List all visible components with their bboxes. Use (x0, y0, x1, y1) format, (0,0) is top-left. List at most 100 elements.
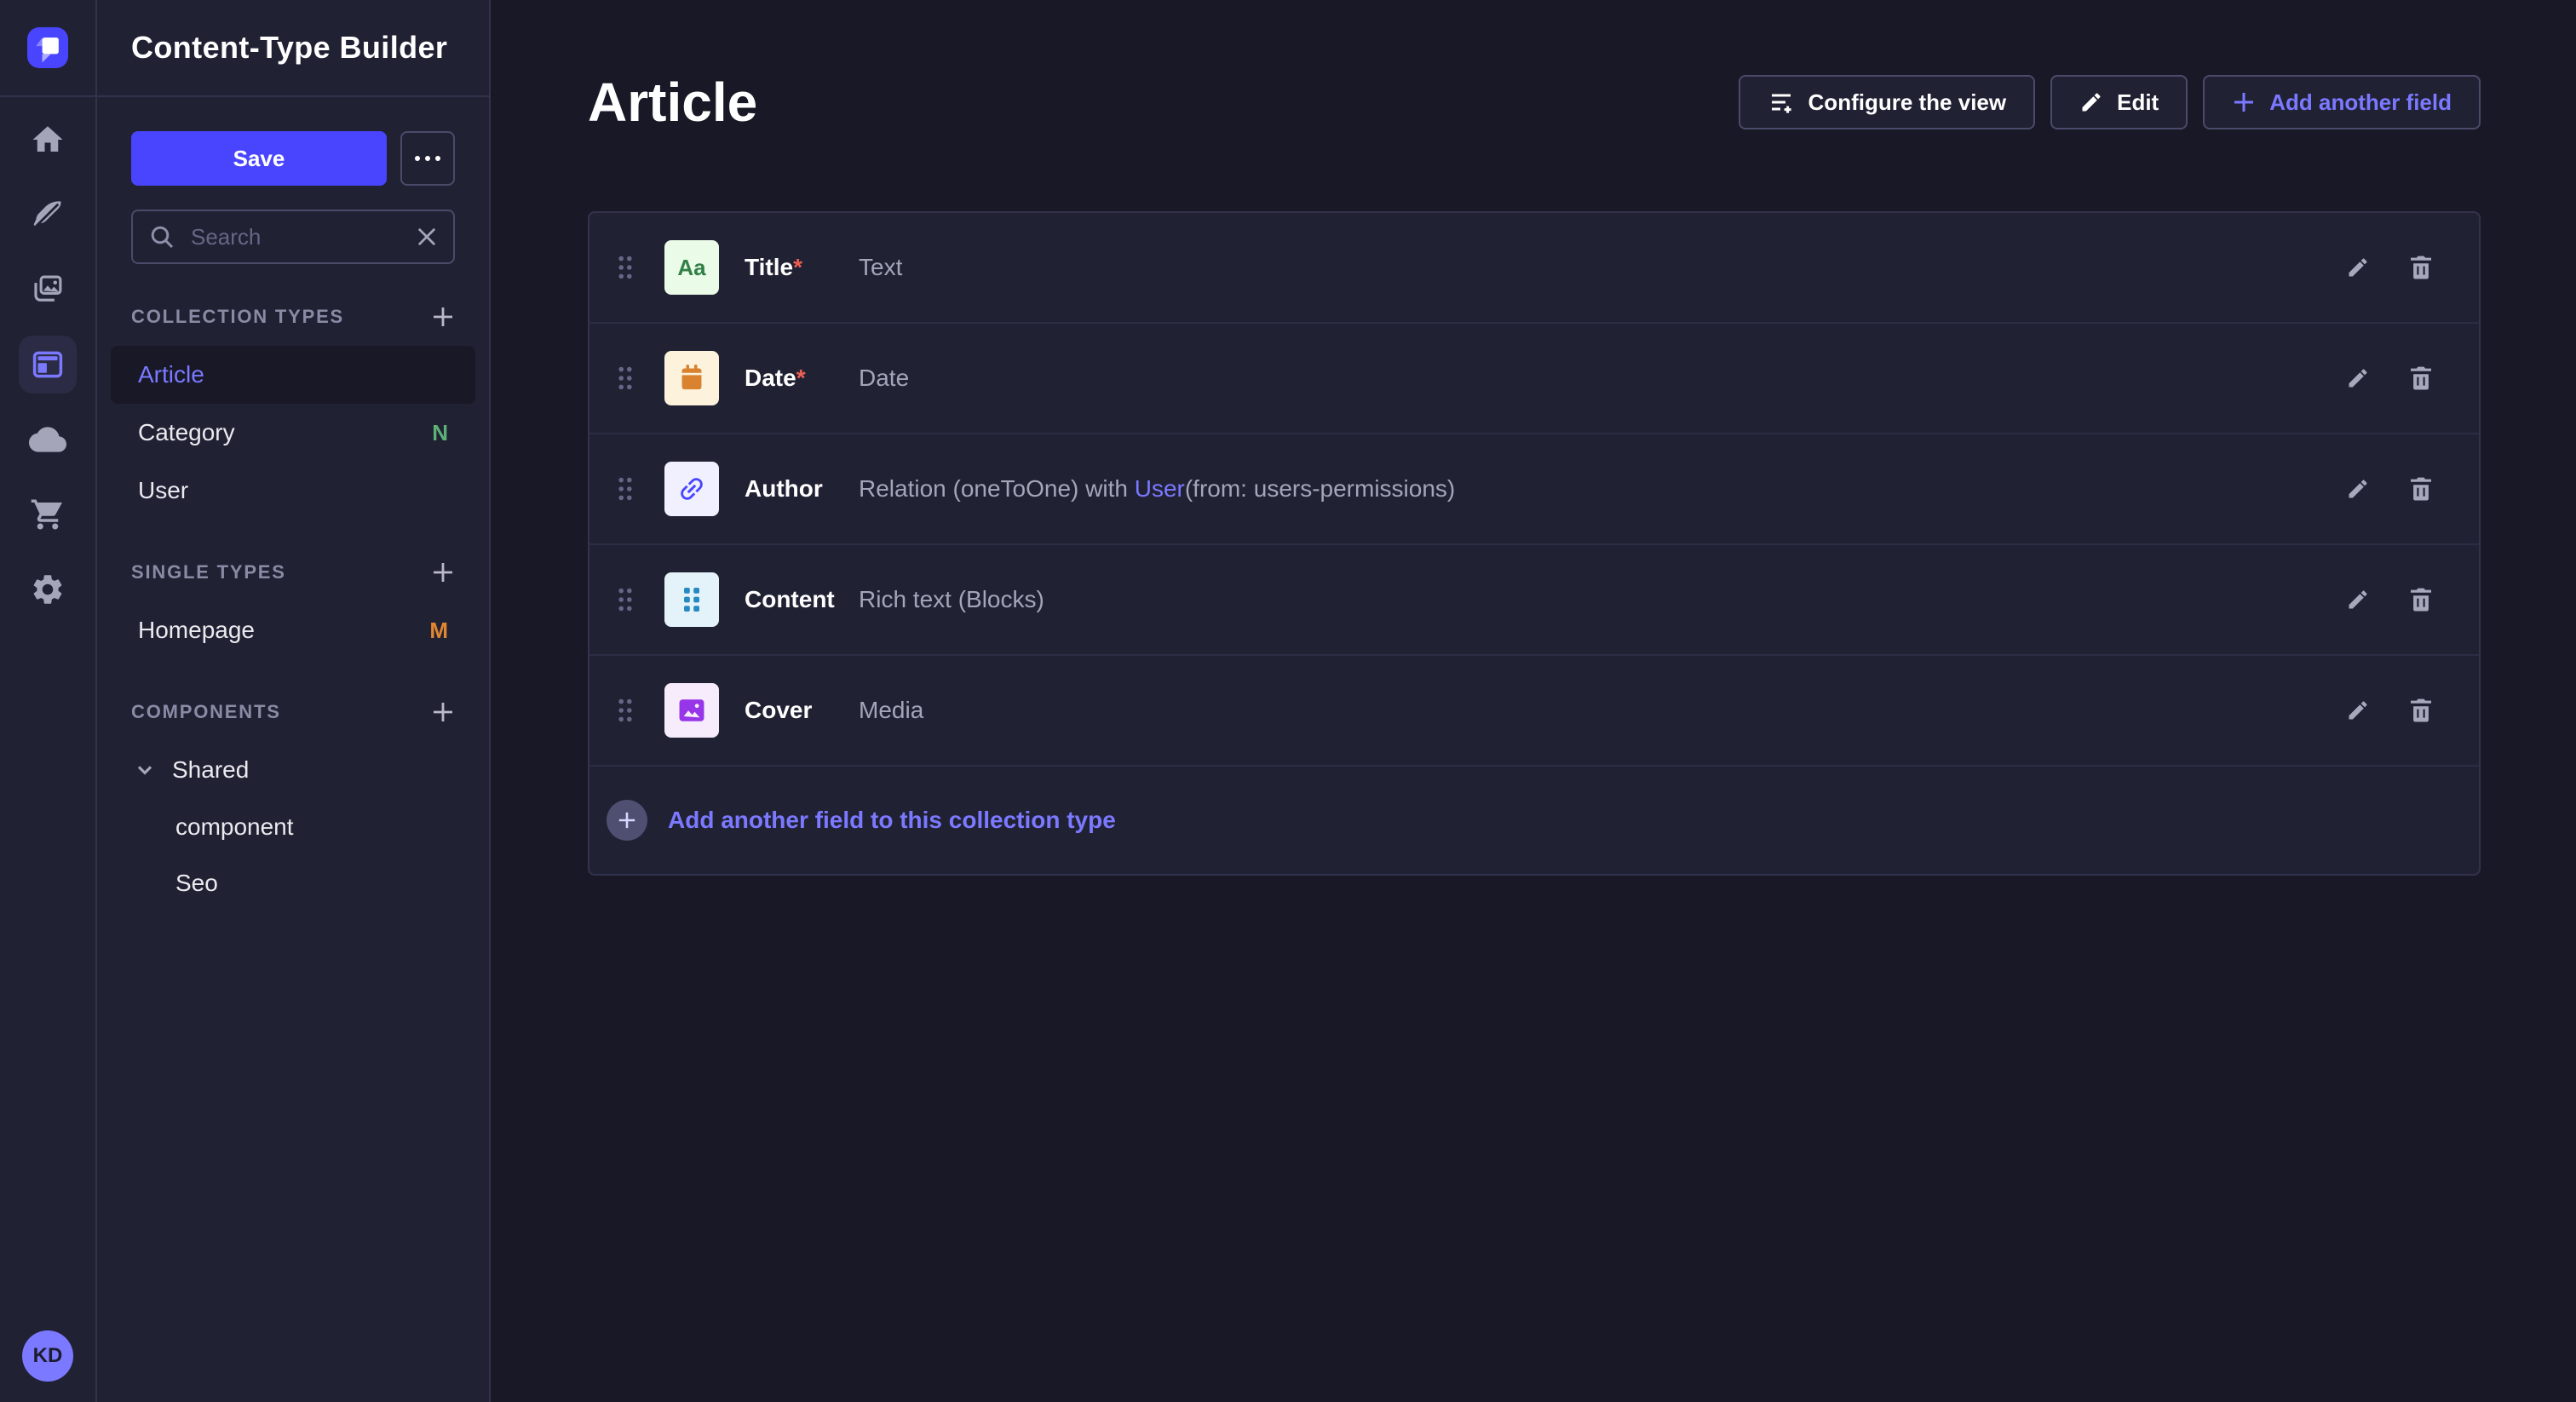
content-manager-feather-icon[interactable] (19, 186, 77, 244)
row-actions (2346, 698, 2433, 723)
field-type: Rich text (Blocks) (859, 586, 1044, 613)
edit-button[interactable]: Edit (2050, 75, 2188, 129)
settings-gear-icon[interactable] (19, 560, 77, 618)
row-actions (2346, 476, 2433, 502)
edit-field-icon[interactable] (2346, 477, 2370, 501)
field-row-content: Content Rich text (Blocks) (589, 545, 2479, 656)
single-types-header: SINGLE TYPES (131, 560, 455, 584)
delete-field-icon[interactable] (2409, 365, 2433, 391)
add-collection-type-button[interactable] (431, 305, 455, 329)
save-row: Save (131, 131, 455, 186)
edit-field-icon[interactable] (2346, 256, 2370, 279)
collection-types-list: Article Category N User (111, 346, 475, 520)
sidebar-item-user[interactable]: User (111, 462, 475, 520)
field-name: Author (745, 475, 859, 503)
relation-target-link[interactable]: User (1135, 475, 1185, 502)
add-another-field-button[interactable]: Add another field (2203, 75, 2481, 129)
relation-field-icon (664, 462, 719, 516)
components-header: COMPONENTS (131, 700, 455, 724)
cloud-icon[interactable] (19, 411, 77, 468)
field-name: Content (745, 586, 859, 613)
status-badge-new: N (432, 420, 448, 446)
drag-handle-icon[interactable] (617, 475, 634, 503)
configure-view-button[interactable]: Configure the view (1739, 75, 2036, 129)
component-item-seo[interactable]: Seo (111, 855, 475, 911)
home-icon[interactable] (19, 111, 77, 169)
drag-handle-icon[interactable] (617, 586, 634, 613)
pencil-icon (2079, 90, 2103, 114)
more-options-button[interactable] (400, 131, 455, 186)
field-type: Relation (oneToOne) with User(from: user… (859, 475, 1455, 503)
delete-field-icon[interactable] (2409, 476, 2433, 502)
field-type: Date (859, 365, 909, 392)
search-icon (150, 225, 174, 249)
strapi-logo[interactable] (27, 27, 68, 68)
delete-field-icon[interactable] (2409, 698, 2433, 723)
row-actions (2346, 587, 2433, 612)
page-title: Article (588, 71, 757, 134)
field-row-date: Date* Date (589, 324, 2479, 434)
rail-nav-items (19, 97, 77, 1330)
text-field-icon: Aa (664, 240, 719, 295)
fields-table: Aa Title* Text Date* Date (588, 211, 2481, 876)
required-asterisk: * (796, 365, 806, 391)
search-input[interactable] (187, 222, 404, 252)
add-component-button[interactable] (431, 700, 455, 724)
marketplace-cart-icon[interactable] (19, 486, 77, 543)
content-type-builder-sidebar: Content-Type Builder Save COLLECT (97, 0, 491, 1402)
clear-search-icon[interactable] (417, 227, 436, 246)
blocks-field-icon (664, 572, 719, 627)
main-nav-rail: KD (0, 0, 97, 1402)
field-type: Media (859, 697, 923, 724)
user-avatar[interactable]: KD (22, 1330, 73, 1382)
field-name: Cover (745, 697, 859, 724)
edit-field-icon[interactable] (2346, 366, 2370, 390)
date-field-icon (664, 351, 719, 405)
field-type: Text (859, 254, 902, 281)
row-actions (2346, 255, 2433, 280)
sidebar-title: Content-Type Builder (131, 30, 447, 66)
page-header: Article Configure the view Edit Add a (588, 68, 2481, 136)
field-row-title: Aa Title* Text (589, 213, 2479, 324)
drag-handle-icon[interactable] (617, 254, 634, 281)
delete-field-icon[interactable] (2409, 255, 2433, 280)
sidebar-content: Save COLLECTION TYPES (97, 97, 489, 911)
content-type-builder-icon[interactable] (19, 336, 77, 394)
toolbar: Configure the view Edit Add another fiel… (1739, 75, 2481, 129)
components-label: COMPONENTS (131, 701, 281, 723)
components-list: Shared component Seo (111, 741, 475, 911)
drag-handle-icon[interactable] (617, 365, 634, 392)
plus-icon (2232, 90, 2256, 114)
single-types-list: Homepage M (111, 601, 475, 659)
sidebar-item-article[interactable]: Article (111, 346, 475, 404)
field-name: Title* (745, 254, 859, 281)
configure-list-icon (1768, 89, 1795, 116)
strapi-logo-icon (29, 29, 66, 66)
field-row-author: Author Relation (oneToOne) with User(fro… (589, 434, 2479, 545)
rail-bottom: KD (22, 1330, 73, 1402)
sidebar-item-category[interactable]: Category N (111, 404, 475, 462)
component-item-component[interactable]: component (111, 799, 475, 855)
collection-types-header: COLLECTION TYPES (131, 305, 455, 329)
add-field-label: Add another field to this collection typ… (668, 807, 1116, 834)
single-types-label: SINGLE TYPES (131, 561, 286, 583)
add-field-to-collection-button[interactable]: Add another field to this collection typ… (589, 767, 2479, 874)
sidebar-header: Content-Type Builder (97, 0, 489, 97)
add-single-type-button[interactable] (431, 560, 455, 584)
ellipsis-icon (415, 156, 420, 161)
component-group-shared[interactable]: Shared (111, 741, 475, 799)
media-library-icon[interactable] (19, 261, 77, 319)
sidebar-item-homepage[interactable]: Homepage M (111, 601, 475, 659)
edit-field-icon[interactable] (2346, 698, 2370, 722)
plus-circle-icon (607, 800, 647, 841)
drag-handle-icon[interactable] (617, 697, 634, 724)
chevron-down-icon (135, 760, 155, 780)
field-name: Date* (745, 365, 859, 392)
rail-logo-area (0, 0, 95, 97)
save-button[interactable]: Save (131, 131, 387, 186)
edit-field-icon[interactable] (2346, 588, 2370, 612)
collection-types-label: COLLECTION TYPES (131, 306, 344, 328)
delete-field-icon[interactable] (2409, 587, 2433, 612)
search-box (131, 210, 455, 264)
row-actions (2346, 365, 2433, 391)
